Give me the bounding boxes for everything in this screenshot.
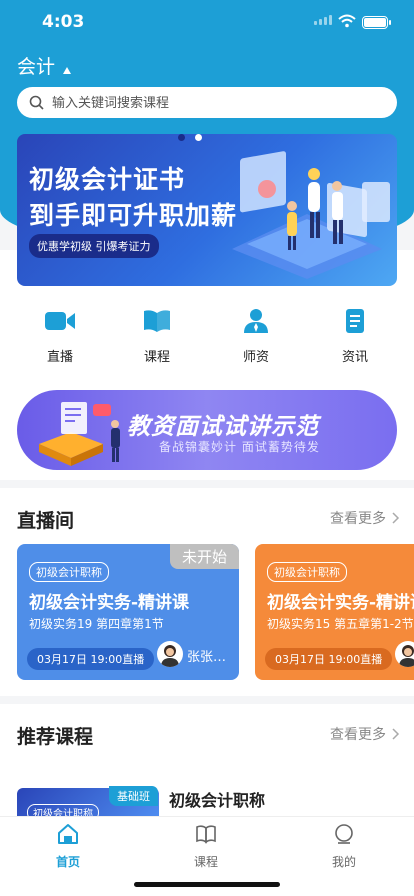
banner-tag: 优惠学初级 引爆考证力 [29, 234, 159, 258]
quick-link-label: 资讯 [341, 350, 368, 365]
course-level-badge: 基础班 [109, 786, 158, 806]
course-item[interactable]: 初级会计职称 基础班 初级会计职称 [17, 780, 397, 816]
recommend-section: 推荐课程 查看更多 初级会计职称 基础班 初级会计职称 [0, 704, 414, 816]
dropdown-triangle-icon [63, 67, 72, 74]
banner-illustration [232, 151, 390, 279]
live-subtitle: 初级实务15 第五章第1-2节 [267, 617, 414, 631]
promo-banner[interactable]: 初级会计证书 到手即可升职加薪 优惠学初级 引爆考证力 [17, 134, 397, 286]
tab-profile-label: 我的 [331, 855, 356, 869]
live-card-1[interactable]: 未开始 初级会计职称 初级会计实务-精讲课 初级实务19 第四章第1节 03月1… [17, 544, 239, 680]
live-section-title: 直播间 [17, 510, 75, 532]
course-thumb-label: 初级会计职称 [27, 804, 99, 816]
wifi-icon [338, 14, 356, 28]
chevron-right-icon [392, 728, 400, 740]
document-icon [346, 309, 364, 333]
promo-title: 教资面试试讲示范 [127, 414, 319, 440]
status-time: 4:03 [42, 12, 85, 32]
battery-icon [362, 16, 391, 29]
city-label: 会计 [17, 56, 56, 78]
video-icon [45, 312, 75, 330]
chevron-right-icon [392, 512, 400, 524]
banner-dot-1[interactable] [178, 134, 185, 141]
quick-link-course[interactable]: 课程 [127, 308, 187, 365]
quick-link-label: 直播 [46, 350, 73, 365]
course-title: 初级会计职称 [169, 791, 266, 810]
tab-home[interactable]: 首页 [28, 823, 108, 870]
quick-link-label: 师资 [242, 350, 269, 365]
home-icon [58, 824, 78, 844]
tab-profile[interactable]: 我的 [304, 823, 384, 870]
tab-home-label: 首页 [55, 855, 80, 869]
live-datetime: 03月17日 19:00直播 [265, 648, 393, 670]
live-category-tag: 初级会计职称 [267, 562, 347, 582]
recommend-more-link[interactable]: 查看更多 [330, 724, 400, 744]
banner-dot-2[interactable] [195, 134, 202, 141]
teacher-avatar [395, 641, 414, 667]
recommend-section-title: 推荐课程 [17, 726, 94, 748]
quick-link-teachers[interactable]: 师资 [226, 308, 286, 365]
status-bar: 4:03 [0, 0, 414, 44]
tab-course[interactable]: 课程 [166, 823, 246, 870]
banner-pagination [178, 134, 202, 141]
live-status-badge: 未开始 [169, 544, 239, 569]
recommend-more-label: 查看更多 [330, 727, 386, 743]
search-input[interactable] [52, 95, 352, 110]
interview-promo-banner[interactable]: 教资面试试讲示范 备战锦囊妙计 面试蓄势待发 [17, 390, 397, 470]
quick-link-live[interactable]: 直播 [30, 308, 90, 365]
live-category-tag: 初级会计职称 [29, 562, 109, 582]
live-subtitle: 初级实务19 第四章第1节 [29, 617, 164, 631]
teacher-name: 张张… [187, 650, 227, 665]
home-screen: 4:03 会计 输入关键词搜索课程 初级会计证书 到手即可升职加薪 优惠学初级 … [0, 0, 414, 896]
live-more-label: 查看更多 [330, 511, 386, 527]
search-icon [29, 95, 44, 110]
live-datetime: 03月17日 19:00直播 [27, 648, 155, 670]
live-title: 初级会计实务-精讲课 [29, 593, 190, 613]
banner-title-line1: 初级会计证书 [29, 165, 186, 194]
live-more-link[interactable]: 查看更多 [330, 508, 400, 528]
book-icon [196, 825, 216, 844]
promo-illustration [39, 402, 120, 466]
home-indicator [134, 882, 280, 887]
teacher-icon [244, 309, 268, 333]
tab-course-label: 课程 [193, 855, 218, 869]
signal-icon [314, 15, 332, 25]
teacher-avatar [157, 641, 183, 667]
promo-subtitle: 备战锦囊妙计 面试蓄势待发 [159, 440, 320, 454]
book-icon [144, 310, 170, 332]
quick-link-news[interactable]: 资讯 [325, 308, 385, 365]
search-bar[interactable] [17, 87, 397, 118]
city-selector[interactable]: 会计 [17, 52, 72, 79]
quick-link-label: 课程 [143, 350, 170, 365]
banner-title-line2: 到手即可升职加薪 [29, 201, 238, 230]
live-title: 初级会计实务-精讲课 [267, 593, 414, 613]
live-card-2[interactable]: 初级会计职称 初级会计实务-精讲课 初级实务15 第五章第1-2节 03月17日… [255, 544, 414, 680]
profile-icon [335, 824, 353, 844]
